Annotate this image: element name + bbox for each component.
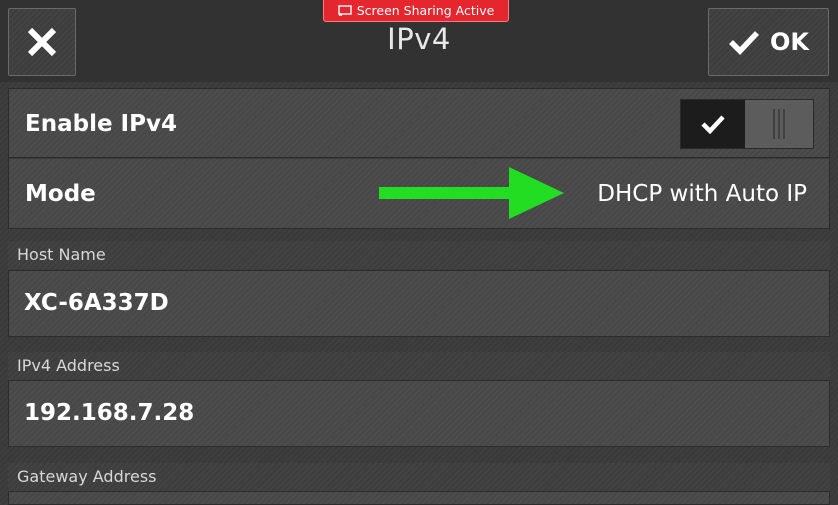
arrow-right-icon bbox=[379, 167, 564, 219]
ipv4-address-label: IPv4 Address bbox=[8, 352, 830, 380]
host-name-field[interactable]: XC-6A337D bbox=[8, 270, 830, 337]
ipv4-address-value: 192.168.7.28 bbox=[24, 400, 195, 426]
toggle-grip bbox=[745, 100, 813, 148]
mode-label: Mode bbox=[25, 181, 96, 207]
mode-value: DHCP with Auto IP bbox=[597, 181, 807, 207]
host-name-label: Host Name bbox=[8, 241, 830, 269]
gateway-address-field[interactable] bbox=[8, 491, 830, 505]
screen-share-icon bbox=[338, 5, 352, 16]
ok-button[interactable]: OK bbox=[708, 8, 829, 76]
enable-ipv4-toggle[interactable] bbox=[680, 99, 814, 149]
screen-sharing-badge-label: Screen Sharing Active bbox=[356, 3, 495, 18]
toggle-on-state bbox=[681, 100, 745, 148]
grip-icon bbox=[773, 109, 785, 139]
enable-ipv4-row[interactable]: Enable IPv4 bbox=[9, 89, 829, 158]
screen-sharing-badge: Screen Sharing Active bbox=[323, 0, 509, 22]
mode-row[interactable]: Mode DHCP with Auto IP bbox=[9, 159, 829, 228]
enable-ipv4-label: Enable IPv4 bbox=[25, 111, 177, 137]
checkmark-icon bbox=[701, 115, 725, 134]
host-name-value: XC-6A337D bbox=[24, 290, 169, 316]
ipv4-settings-panel: Enable IPv4 Mode DHCP with Auto IP bbox=[8, 88, 830, 229]
header-bar: IPv4 OK Screen Sharing Active bbox=[0, 0, 838, 82]
close-button[interactable] bbox=[8, 8, 76, 76]
ipv4-address-field[interactable]: 192.168.7.28 bbox=[8, 380, 830, 447]
page-title: IPv4 bbox=[387, 22, 451, 56]
checkmark-icon bbox=[729, 31, 759, 55]
close-icon bbox=[27, 27, 57, 57]
gateway-address-label: Gateway Address bbox=[8, 463, 830, 491]
ok-button-label: OK bbox=[770, 28, 809, 56]
